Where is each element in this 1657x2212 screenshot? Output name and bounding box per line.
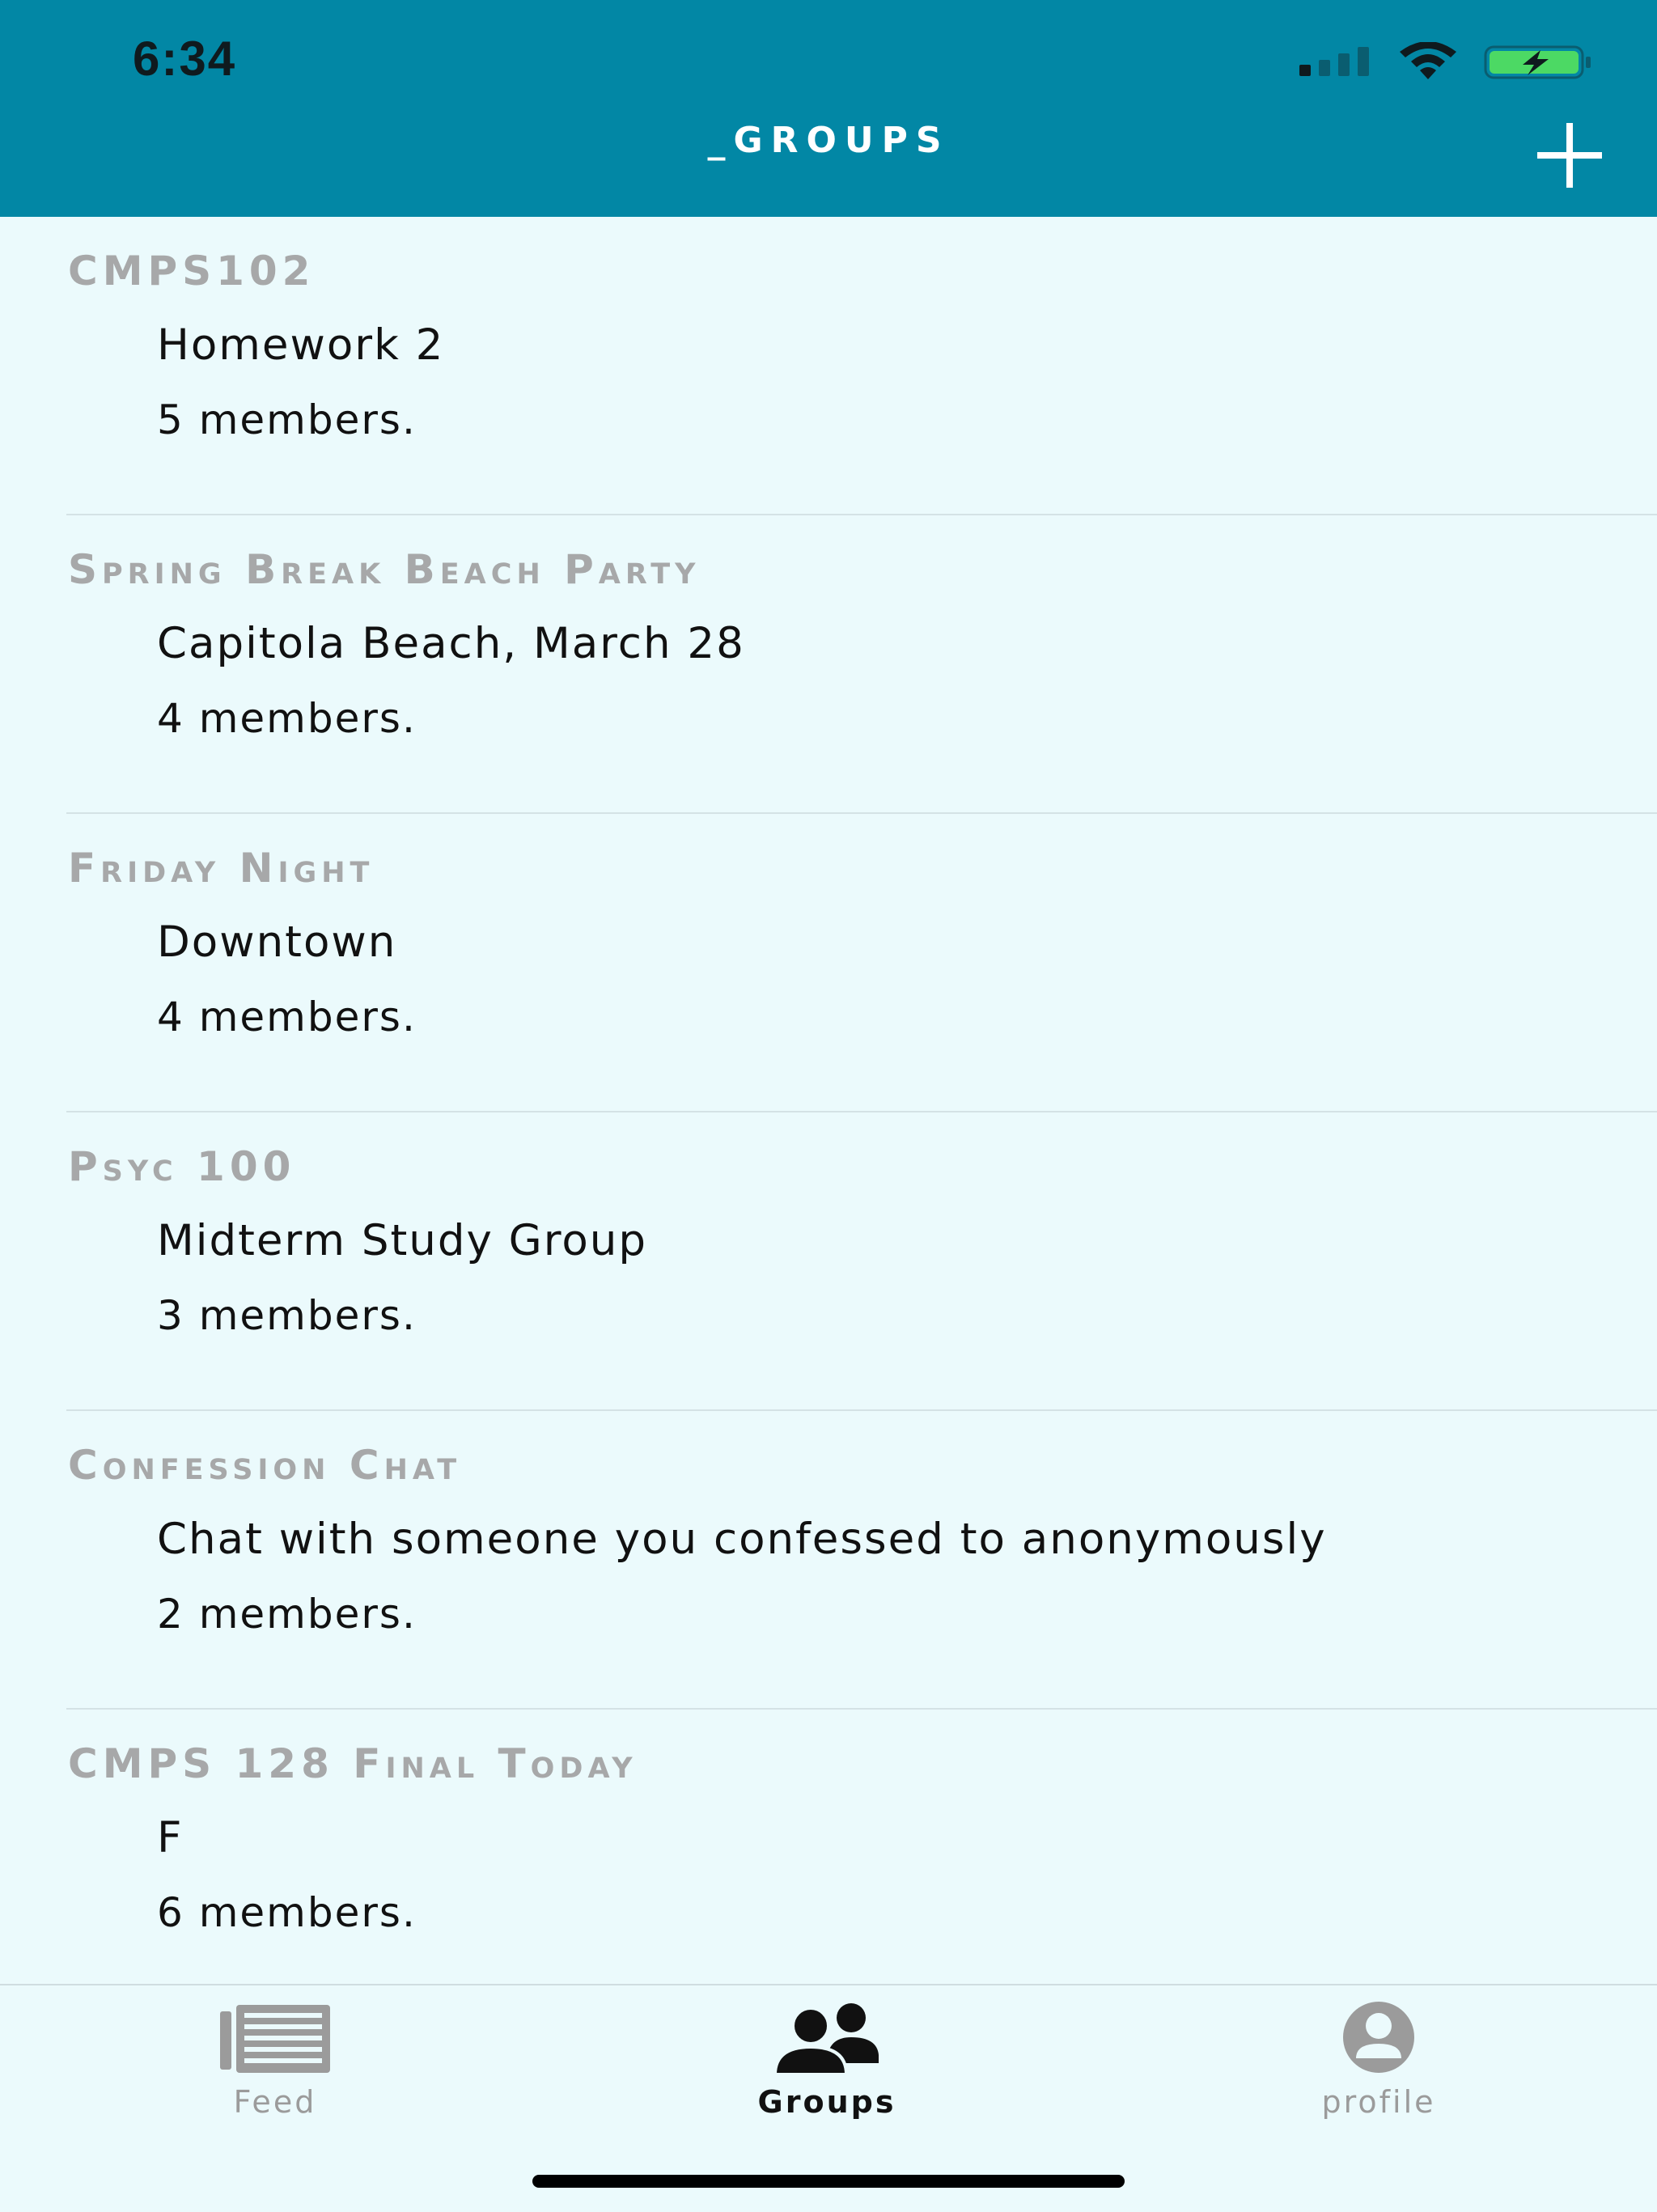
group-member-count: 5 members. — [157, 396, 417, 443]
group-member-count: 4 members. — [157, 695, 417, 742]
plus-icon[interactable] — [1536, 121, 1604, 189]
battery-charging-icon — [1484, 45, 1591, 79]
home-indicator[interactable] — [532, 2175, 1125, 2188]
wifi-icon — [1400, 42, 1456, 79]
page-title: _GROUPS — [707, 120, 950, 161]
people-icon — [773, 2003, 879, 2074]
group-row[interactable]: CMPS 128 Final Today F 6 members. — [0, 1710, 1657, 2008]
group-member-count: 3 members. — [157, 1292, 417, 1339]
tab-profile-label: profile — [1321, 2084, 1436, 2120]
tab-feed[interactable]: Feed — [154, 2002, 396, 2131]
group-name: Spring Break Beach Party — [68, 546, 701, 593]
group-row[interactable]: Psyc 100 Midterm Study Group 3 members. — [0, 1112, 1657, 1411]
group-description: Midterm Study Group — [157, 1216, 648, 1265]
tab-profile[interactable]: profile — [1257, 2002, 1500, 2131]
group-row[interactable]: Friday Night Downtown 4 members. — [0, 814, 1657, 1112]
group-name: Friday Night — [68, 845, 375, 892]
group-description: Homework 2 — [157, 320, 445, 370]
tab-groups-label: Groups — [757, 2084, 896, 2120]
cellular-signal-icon — [1299, 47, 1369, 76]
group-member-count: 2 members. — [157, 1591, 417, 1638]
nav-header: 6:34 _GROUPS — [0, 0, 1657, 217]
group-name: CMPS 128 Final Today — [68, 1740, 638, 1787]
group-row[interactable]: Confession Chat Chat with someone you co… — [0, 1411, 1657, 1710]
group-name: Confession Chat — [68, 1442, 462, 1489]
group-description: Downtown — [157, 917, 397, 967]
status-time: 6:34 — [133, 32, 237, 86]
group-description: F — [157, 1813, 184, 1862]
group-member-count: 6 members. — [157, 1889, 417, 1936]
groups-list: CMPS102 Homework 2 5 members. Spring Bre… — [0, 217, 1657, 2008]
tab-groups[interactable]: Groups — [706, 2002, 948, 2131]
group-description: Chat with someone you confessed to anony… — [157, 1515, 1327, 1564]
group-member-count: 4 members. — [157, 994, 417, 1040]
newspaper-icon — [220, 2005, 330, 2073]
group-description: Capitola Beach, March 28 — [157, 619, 745, 668]
group-name: CMPS102 — [68, 248, 316, 295]
group-name: Psyc 100 — [68, 1143, 296, 1190]
tab-feed-label: Feed — [233, 2084, 317, 2120]
user-circle-icon — [1343, 2002, 1414, 2073]
group-row[interactable]: CMPS102 Homework 2 5 members. — [0, 217, 1657, 515]
group-row[interactable]: Spring Break Beach Party Capitola Beach,… — [0, 515, 1657, 814]
